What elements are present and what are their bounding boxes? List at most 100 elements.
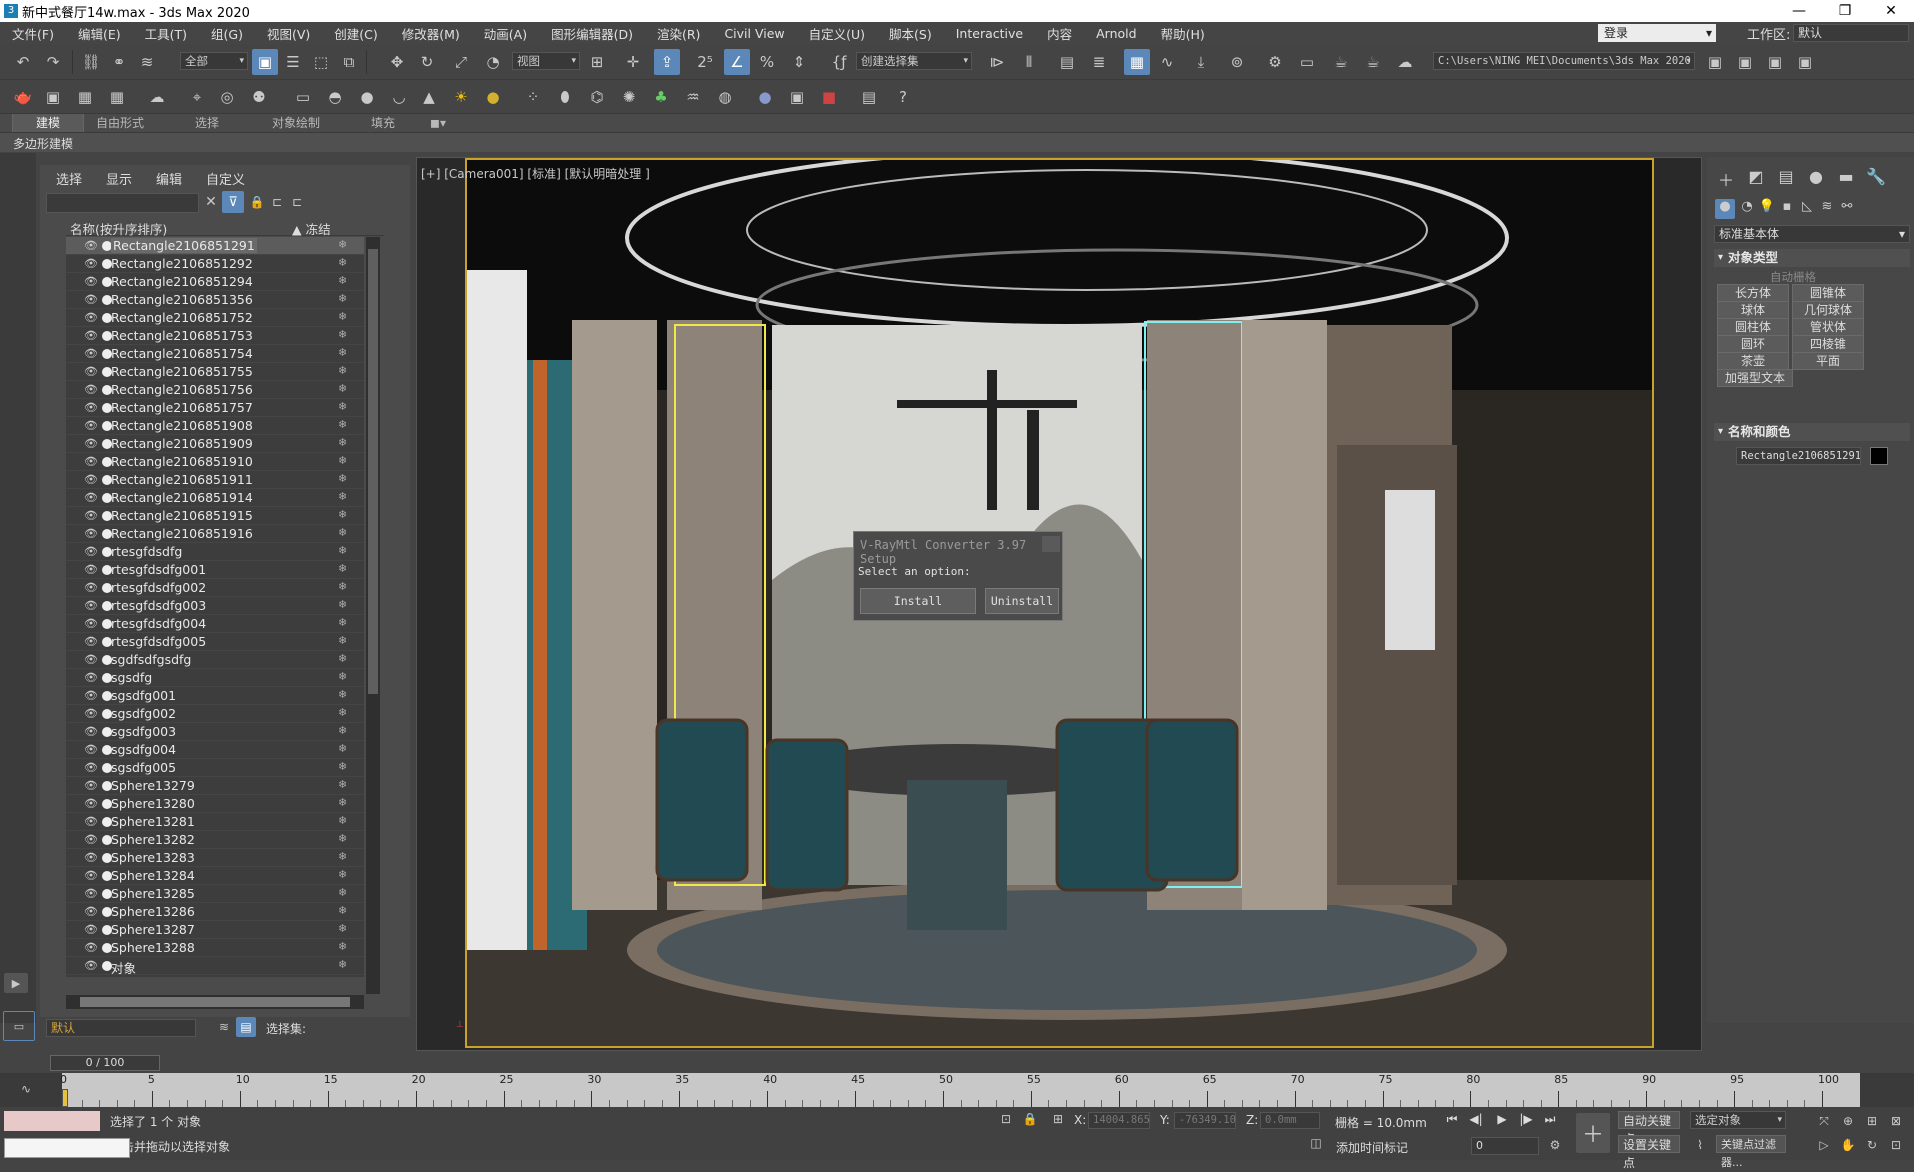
freeze-icon[interactable]: ❄ bbox=[338, 382, 347, 395]
menu-item[interactable]: 自定义(U) bbox=[797, 24, 877, 43]
visibility-eye-icon[interactable]: 👁 bbox=[84, 798, 98, 810]
plant-icon[interactable]: ♣ bbox=[648, 84, 674, 110]
viewport-label[interactable]: [+] [Camera001] [标准] [默认明暗处理 ] bbox=[421, 165, 650, 182]
primitive-button[interactable]: 加强型文本 bbox=[1717, 369, 1793, 387]
omni-light-icon[interactable]: ● bbox=[480, 84, 506, 110]
scene-search-input[interactable] bbox=[46, 193, 199, 213]
capsule-icon[interactable]: ⬮ bbox=[552, 84, 578, 110]
workspace-dropdown[interactable]: 默认 bbox=[1793, 24, 1909, 42]
time-cursor[interactable] bbox=[62, 1089, 68, 1107]
minimize-button[interactable]: — bbox=[1776, 0, 1822, 22]
table-row[interactable]: 👁 Rectangle2106851909 ❄ bbox=[66, 435, 364, 453]
material-editor-icon[interactable]: ⊚ bbox=[1224, 49, 1250, 75]
table-row[interactable]: 👁 rtesgfdsdfg002 ❄ bbox=[66, 579, 364, 597]
scene-list-scrollbar[interactable] bbox=[366, 237, 380, 994]
vray-render-icon[interactable]: ■ bbox=[816, 84, 842, 110]
primitive-button[interactable]: 球体 bbox=[1717, 301, 1789, 319]
tab-modeling[interactable]: 建模 bbox=[12, 114, 84, 132]
undo-icon[interactable]: ↶ bbox=[10, 49, 36, 75]
visibility-eye-icon[interactable]: 👁 bbox=[84, 582, 98, 594]
tab-populate[interactable]: 填充 bbox=[356, 114, 410, 132]
orbit-icon[interactable]: ⤧ bbox=[1814, 1111, 1834, 1131]
named-selection-dropdown[interactable]: 创建选择集 bbox=[856, 52, 972, 70]
viewport-layout-icon[interactable]: ▭ bbox=[3, 1011, 35, 1041]
rotate-icon[interactable]: ↻ bbox=[414, 49, 440, 75]
select-object-icon[interactable]: ▣ bbox=[252, 49, 278, 75]
layer-dropdown[interactable]: 默认 bbox=[46, 1019, 196, 1037]
visibility-eye-icon[interactable]: 👁 bbox=[84, 744, 98, 756]
menu-item[interactable]: 工具(T) bbox=[133, 24, 199, 43]
fur-ball-icon[interactable]: ◍ bbox=[712, 84, 738, 110]
tab-freeform[interactable]: 自由形式 bbox=[88, 114, 152, 132]
cone-icon[interactable]: ▲ bbox=[416, 84, 442, 110]
visibility-eye-icon[interactable]: 👁 bbox=[84, 870, 98, 882]
table-row[interactable]: 👁 Rectangle2106851915 ❄ bbox=[66, 507, 364, 525]
menu-item[interactable]: Interactive bbox=[944, 26, 1035, 41]
key-mode-dropdown[interactable]: 选定对象 bbox=[1690, 1111, 1786, 1129]
table-row[interactable]: 👁 rtesgfdsdfg001 ❄ bbox=[66, 561, 364, 579]
rendered-frame-window-icon[interactable]: ▭ bbox=[1294, 49, 1320, 75]
frame-buffer-icon[interactable]: ▣ bbox=[784, 84, 810, 110]
table-row[interactable]: 👁 Sphere13281 ❄ bbox=[66, 813, 364, 831]
visibility-eye-icon[interactable]: 👁 bbox=[84, 258, 98, 270]
render-setup-icon[interactable]: ⚙ bbox=[1262, 49, 1288, 75]
freeze-icon[interactable]: ❄ bbox=[338, 598, 347, 611]
render-frame-icon[interactable]: ▣ bbox=[40, 84, 66, 110]
table-row[interactable]: 👁 Rectangle2106851753 ❄ bbox=[66, 327, 364, 345]
visibility-eye-icon[interactable]: 👁 bbox=[84, 330, 98, 342]
orbit-camera-icon[interactable]: ↻ bbox=[1862, 1135, 1882, 1155]
select-by-name-icon[interactable]: ☰ bbox=[280, 49, 306, 75]
hierarchy-icon[interactable]: ⊏ bbox=[266, 191, 288, 213]
maximize-button[interactable]: ❐ bbox=[1822, 0, 1868, 22]
redo-icon[interactable]: ↷ bbox=[40, 49, 66, 75]
tab-selection[interactable]: 选择 bbox=[180, 114, 234, 132]
layers-icon[interactable]: ≋ bbox=[214, 1017, 234, 1037]
curve-editor-mini-icon[interactable]: ∿ bbox=[14, 1077, 38, 1101]
visibility-eye-icon[interactable]: 👁 bbox=[84, 366, 98, 378]
freeze-icon[interactable]: ❄ bbox=[338, 274, 347, 287]
freeze-icon[interactable]: ❄ bbox=[338, 742, 347, 755]
unlink-icon[interactable]: ⚭ bbox=[106, 49, 132, 75]
scene-converter-icon[interactable]: ▤ bbox=[856, 84, 882, 110]
set-key-plus-icon[interactable]: ＋ bbox=[1576, 1113, 1610, 1153]
object-color-swatch[interactable] bbox=[1870, 447, 1888, 465]
visibility-eye-icon[interactable]: 👁 bbox=[84, 690, 98, 702]
tab-object-paint[interactable]: 对象绘制 bbox=[262, 114, 330, 132]
primitive-button[interactable]: 长方体 bbox=[1717, 284, 1789, 302]
mirror-icon[interactable]: ⧐ bbox=[984, 49, 1010, 75]
freeze-icon[interactable]: ❄ bbox=[338, 526, 347, 539]
helpers-icon[interactable]: ◺ bbox=[1797, 199, 1817, 219]
visibility-eye-icon[interactable]: 👁 bbox=[84, 942, 98, 954]
table-row[interactable]: 👁 sgsdfg004 ❄ bbox=[66, 741, 364, 759]
goto-start-icon[interactable]: ⏮ bbox=[1444, 1112, 1460, 1128]
add-time-tag[interactable]: 添加时间标记 bbox=[1336, 1139, 1408, 1156]
selection-lock-icon[interactable]: 🔒 bbox=[1020, 1109, 1040, 1129]
material-sphere-icon[interactable]: ● bbox=[752, 84, 778, 110]
time-config-icon[interactable]: ⚙ bbox=[1545, 1135, 1565, 1155]
table-row[interactable]: 👁 Rectangle2106851291 ❄ bbox=[66, 237, 364, 255]
visibility-eye-icon[interactable]: 👁 bbox=[84, 546, 98, 558]
freeze-icon[interactable]: ❄ bbox=[338, 580, 347, 593]
login-dropdown[interactable]: 登录 bbox=[1598, 24, 1716, 42]
menu-item[interactable]: 修改器(M) bbox=[390, 24, 472, 43]
hierarchy-view-icon[interactable]: ▤ bbox=[236, 1017, 256, 1037]
project-open-icon[interactable]: ▣ bbox=[1762, 49, 1788, 75]
zoom-extents-icon[interactable]: ⊞ bbox=[1862, 1111, 1882, 1131]
keyboard-shortcut-override-icon[interactable]: ⇪ bbox=[654, 49, 680, 75]
visibility-eye-icon[interactable]: 👁 bbox=[84, 348, 98, 360]
scene-explorer-toggle-icon[interactable]: ▤ bbox=[1054, 49, 1080, 75]
table-row[interactable]: 👁 Sphere13279 ❄ bbox=[66, 777, 364, 795]
spacewarps-icon[interactable]: ≋ bbox=[1817, 199, 1837, 219]
visibility-eye-icon[interactable]: 👁 bbox=[84, 312, 98, 324]
layer-explorer-icon[interactable]: ≣ bbox=[1086, 49, 1112, 75]
curve-editor-icon[interactable]: ∿ bbox=[1154, 49, 1180, 75]
place-icon[interactable]: ◔ bbox=[480, 49, 506, 75]
utilities-tab-icon[interactable]: 🔧 bbox=[1865, 167, 1887, 189]
table-row[interactable]: 👁 Sphere13286 ❄ bbox=[66, 903, 364, 921]
project-path-dropdown[interactable]: C:\Users\NING MEI\Documents\3ds Max 2020 bbox=[1433, 52, 1695, 70]
freeze-icon[interactable]: ❄ bbox=[338, 976, 347, 977]
maxscript-listener[interactable] bbox=[4, 1111, 100, 1131]
set-key-button[interactable]: 设置关键点 bbox=[1618, 1135, 1680, 1170]
table-row[interactable]: 👁 Sphere13282 ❄ bbox=[66, 831, 364, 849]
visibility-eye-icon[interactable]: 👁 bbox=[84, 708, 98, 720]
